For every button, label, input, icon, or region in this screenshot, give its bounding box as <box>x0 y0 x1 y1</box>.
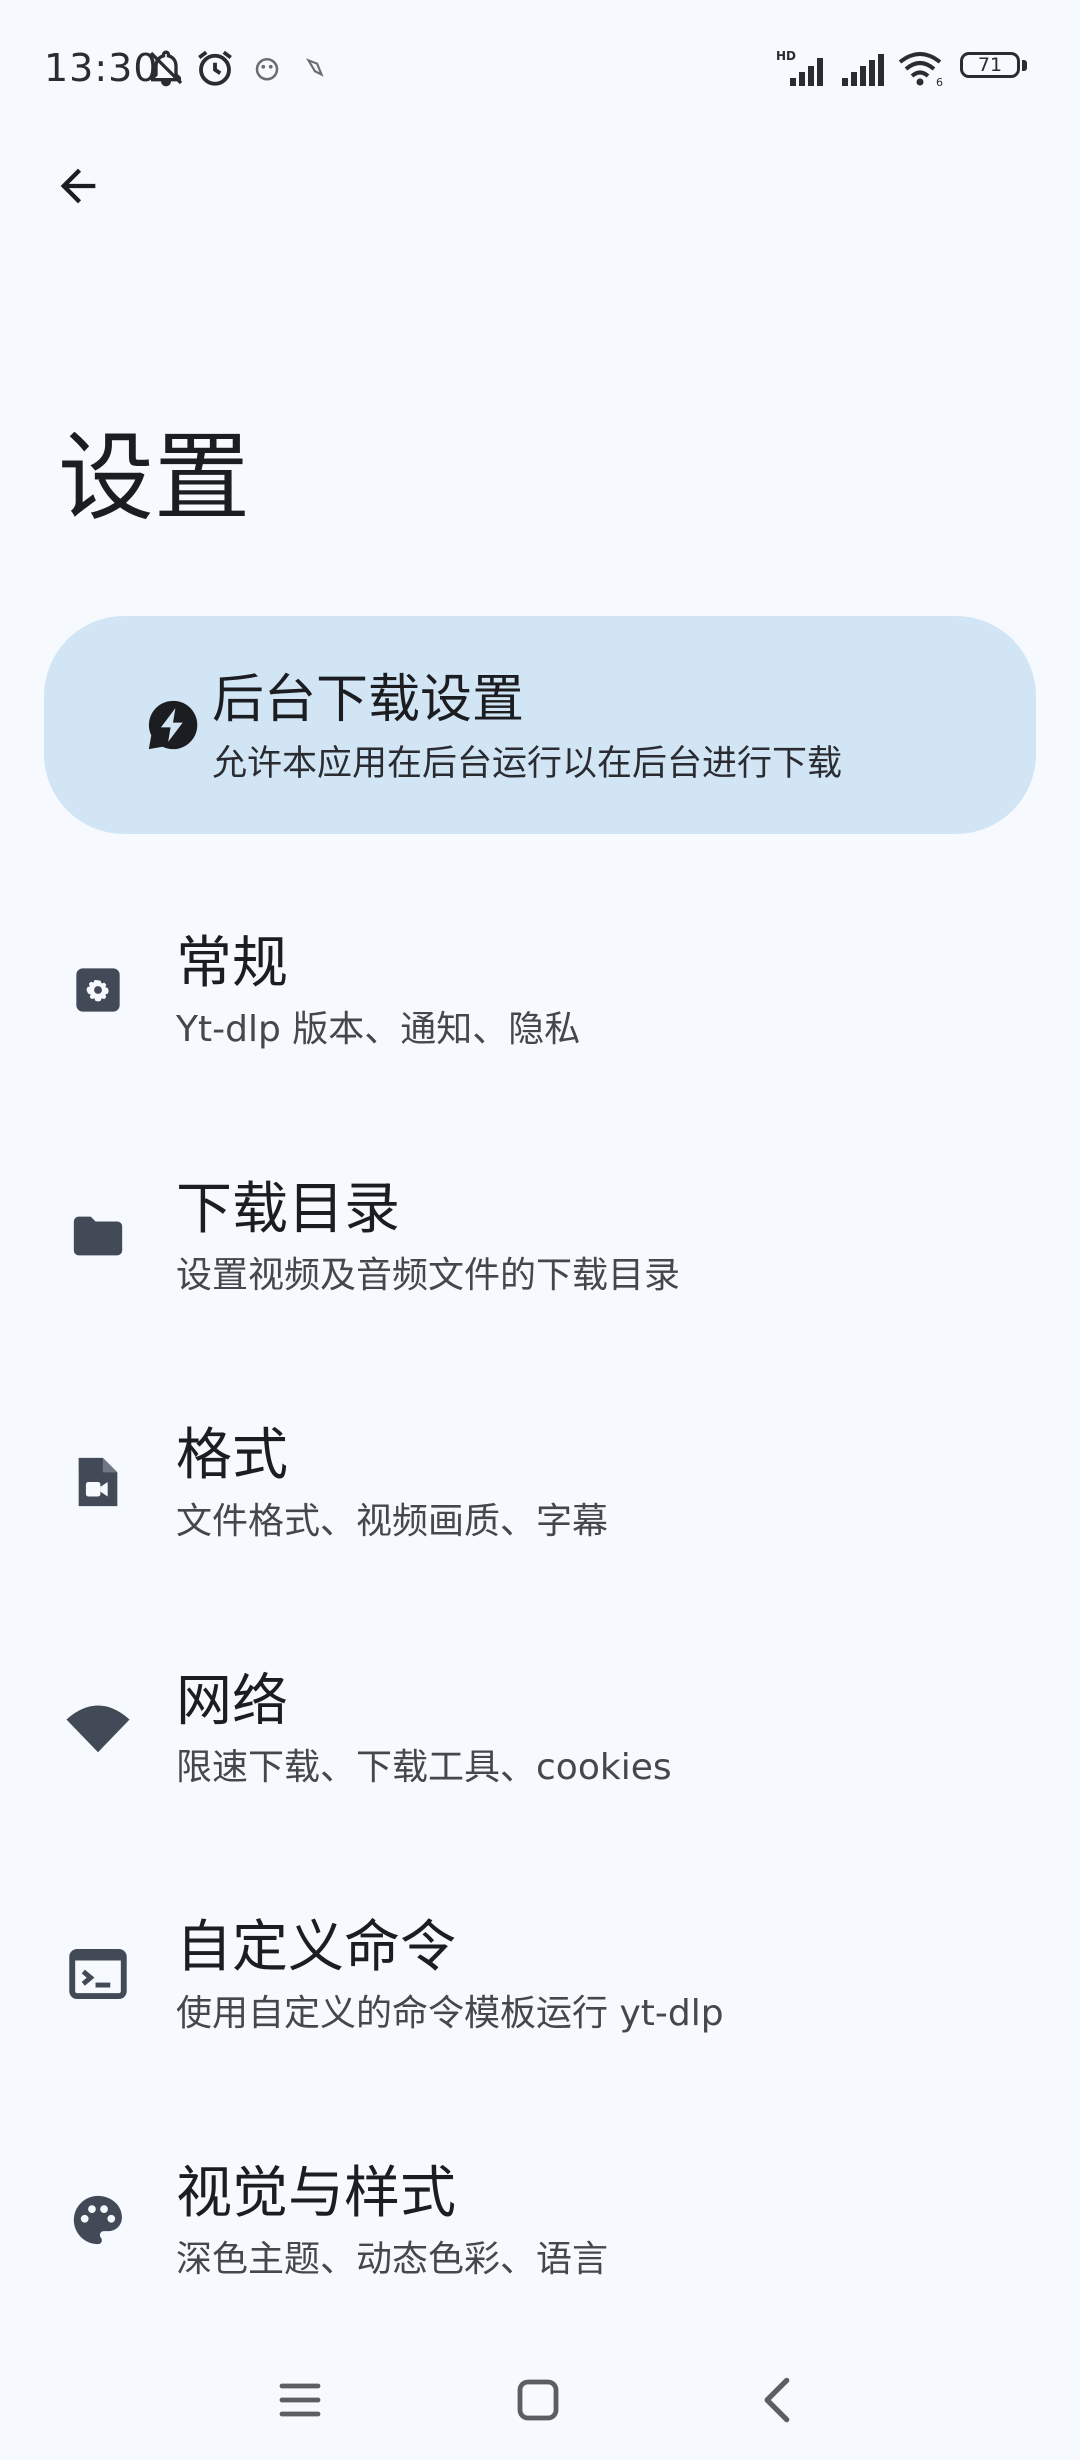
status-bar: 13:30 HD 6 71 <box>0 0 1080 140</box>
settings-item-title: 视觉与样式 <box>176 2161 456 2226</box>
settings-item-description: 文件格式、视频画质、字幕 <box>176 1501 609 1542</box>
terminal-icon <box>64 1940 132 2008</box>
back-button[interactable] <box>40 148 116 224</box>
settings-item-download-directory[interactable]: 下载目录 设置视频及音频文件的下载目录 <box>0 1146 1080 1392</box>
battery-level: 71 <box>977 54 1003 76</box>
arrow-back-icon <box>60 168 96 204</box>
chevron-left-icon <box>764 2377 790 2423</box>
battery-tip <box>1022 60 1027 71</box>
signal-hd-icon: HD <box>776 49 823 86</box>
settings-item-description: Yt-dlp 版本、通知、隐私 <box>176 1009 581 1050</box>
background-download-card[interactable]: 后台下载设置 允许本应用在后台运行以在后台进行下载 <box>44 616 1036 834</box>
home-button[interactable] <box>500 2362 576 2438</box>
app-notification-icon-2 <box>305 58 324 77</box>
svg-text:6: 6 <box>936 76 943 89</box>
menu-icon <box>279 2383 321 2417</box>
video-file-icon <box>64 1448 132 1516</box>
settings-item-title: 网络 <box>176 1669 288 1734</box>
navigation-bar <box>0 2340 1080 2460</box>
settings-item-network[interactable]: 网络 限速下载、下载工具、cookies <box>0 1638 1080 1884</box>
settings-item-description: 深色主题、动态色彩、语言 <box>176 2239 609 2280</box>
settings-item-custom-command[interactable]: 自定义命令 使用自定义的命令模板运行 yt-dlp <box>0 1884 1080 2130</box>
folder-icon <box>64 1202 132 1270</box>
background-download-description: 允许本应用在后台运行以在后台进行下载 <box>212 744 843 784</box>
signal-icon <box>842 54 884 86</box>
settings-item-title: 格式 <box>176 1423 288 1488</box>
network-label: HD <box>776 49 796 63</box>
bell-off-icon <box>149 50 183 87</box>
nav-back-button[interactable] <box>740 2362 816 2438</box>
settings-item-title: 下载目录 <box>176 1177 400 1242</box>
palette-icon <box>64 2186 132 2254</box>
settings-item-general[interactable]: 常规 Yt-dlp 版本、通知、隐私 <box>0 900 1080 1146</box>
settings-gear-icon <box>64 956 132 1024</box>
background-download-title: 后台下载设置 <box>212 670 525 730</box>
settings-item-title: 常规 <box>176 931 288 996</box>
settings-item-description: 设置视频及音频文件的下载目录 <box>176 1255 681 1296</box>
home-square-icon <box>517 2379 559 2421</box>
app-notification-icon <box>255 58 279 81</box>
settings-item-title: 自定义命令 <box>176 1915 456 1980</box>
wifi-status-icon: 6 <box>898 52 943 89</box>
settings-item-description: 使用自定义的命令模板运行 yt-dlp <box>176 1993 724 2034</box>
alarm-icon <box>198 50 232 86</box>
status-time: 13:30 <box>44 46 159 90</box>
wifi-icon <box>64 1694 132 1762</box>
settings-item-description: 限速下载、下载工具、cookies <box>176 1747 672 1788</box>
settings-item-format[interactable]: 格式 文件格式、视频画质、字幕 <box>0 1392 1080 1638</box>
page-title: 设置 <box>58 422 250 534</box>
bolt-icon <box>148 700 198 750</box>
battery-icon: 71 <box>960 50 1030 84</box>
recent-apps-button[interactable] <box>262 2362 338 2438</box>
